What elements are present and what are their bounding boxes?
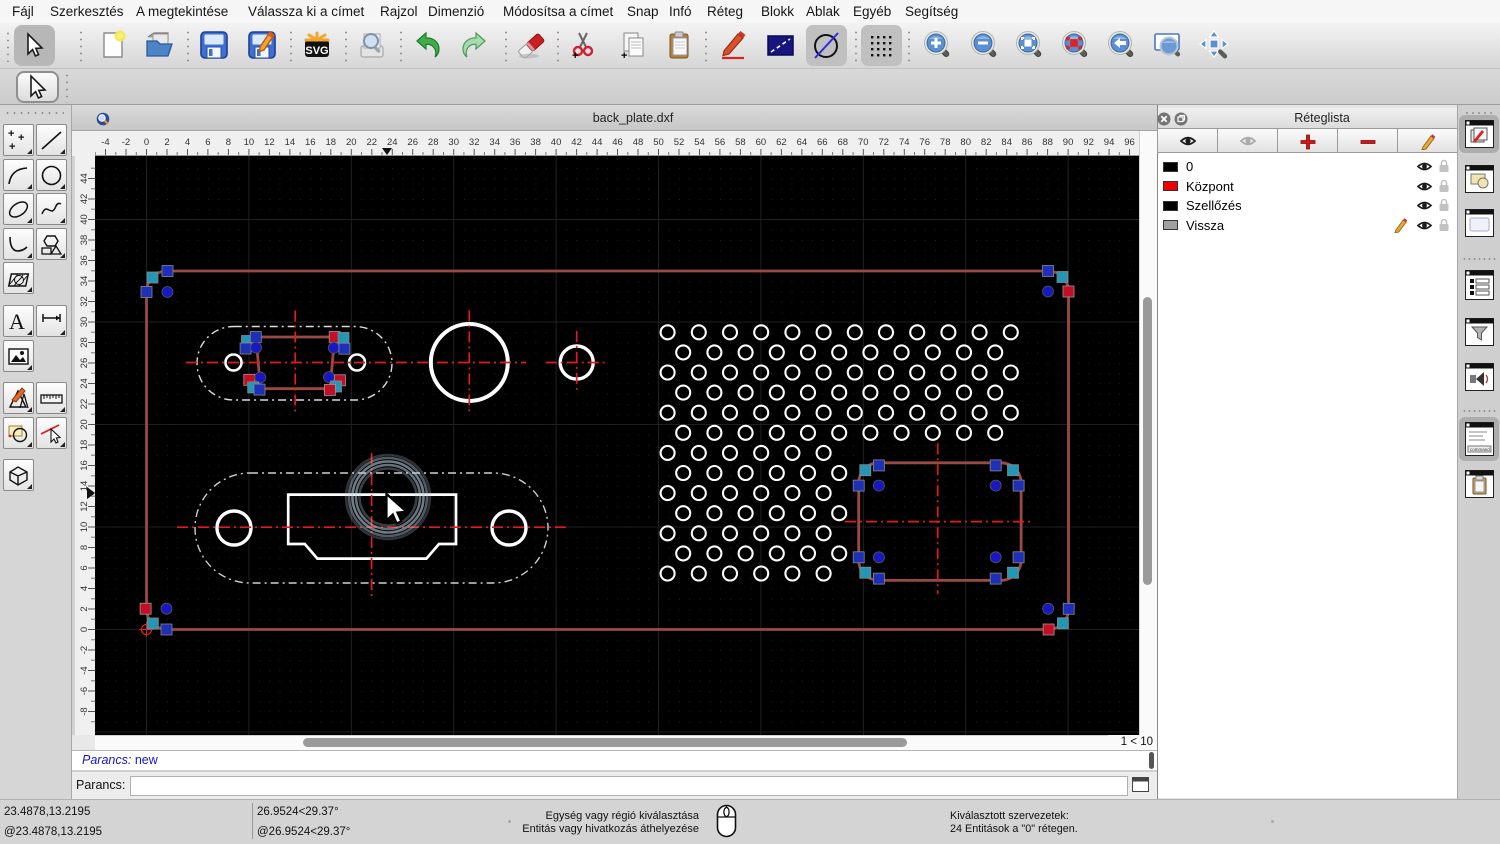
svg-text:22: 22 [79,399,90,410]
svg-text:+: + [8,128,14,140]
svg-text:20: 20 [346,137,357,148]
svg-text:16: 16 [79,460,90,471]
svg-text:+: + [18,132,24,144]
svg-text:68: 68 [838,137,849,148]
svg-text:+: + [572,50,578,61]
svg-text:48: 48 [633,137,644,148]
svg-text:4: 4 [79,586,90,591]
svg-text:56: 56 [715,137,726,148]
svg-text:90: 90 [1063,137,1074,148]
svg-text:8: 8 [226,137,231,148]
svg-text:2: 2 [164,137,169,148]
svg-text:40: 40 [551,137,562,148]
svg-text:2: 2 [79,606,90,611]
svg-text:-4: -4 [79,666,90,674]
svg-text:-6: -6 [79,687,90,695]
svg-text:14: 14 [285,137,296,148]
svg-text:20: 20 [79,419,90,430]
svg-text:64: 64 [797,137,808,148]
svg-text:32: 32 [469,137,480,148]
svg-text:+: + [9,141,15,153]
svg-text:36: 36 [79,255,90,266]
svg-text:command: command [1470,447,1490,452]
svg-text:10: 10 [244,137,255,148]
svg-text:-8: -8 [79,707,90,715]
svg-text:40: 40 [79,214,90,225]
svg-text:18: 18 [326,137,337,148]
svg-text:16: 16 [305,137,316,148]
svg-text:8: 8 [79,545,90,550]
svg-text:12: 12 [79,501,90,512]
svg-text:54: 54 [694,137,705,148]
svg-text:76: 76 [919,137,930,148]
svg-text:80: 80 [960,137,971,148]
svg-text:38: 38 [530,137,541,148]
svg-text:+: + [621,50,627,61]
svg-text:50: 50 [653,137,664,148]
svg-text:74: 74 [899,137,910,148]
svg-text:82: 82 [981,137,992,148]
svg-text:30: 30 [79,317,90,328]
svg-text:60: 60 [756,137,767,148]
svg-text:12: 12 [264,137,275,148]
svg-text:SVG: SVG [305,45,328,57]
svg-text:28: 28 [79,337,90,348]
svg-text:44: 44 [79,173,90,184]
svg-text:78: 78 [940,137,951,148]
svg-text:0: 0 [144,137,149,148]
svg-text:44: 44 [592,137,603,148]
svg-text:4: 4 [185,137,190,148]
svg-text:26: 26 [79,358,90,369]
svg-text:A: A [9,309,25,334]
svg-text:94: 94 [1104,137,1115,148]
svg-text:26: 26 [407,137,418,148]
svg-text:86: 86 [1022,137,1033,148]
svg-text:36: 36 [510,137,521,148]
svg-text:28: 28 [428,137,439,148]
svg-text:72: 72 [879,137,890,148]
svg-text:42: 42 [79,194,90,205]
svg-text:58: 58 [735,137,746,148]
svg-text:6: 6 [79,565,90,570]
svg-text:96: 96 [1124,137,1135,148]
svg-text:42: 42 [571,137,582,148]
svg-text:38: 38 [79,235,90,246]
svg-text:-2: -2 [122,137,130,148]
svg-text:70: 70 [858,137,869,148]
svg-text:66: 66 [817,137,828,148]
svg-text:30: 30 [448,137,459,148]
svg-text:-4: -4 [101,137,109,148]
svg-text:84: 84 [1001,137,1012,148]
svg-text:46: 46 [612,137,623,148]
svg-text:32: 32 [79,296,90,307]
svg-text:24: 24 [387,137,398,148]
svg-text:34: 34 [489,137,500,148]
svg-text:92: 92 [1083,137,1094,148]
svg-text:52: 52 [674,137,685,148]
svg-text:88: 88 [1042,137,1053,148]
svg-text:24: 24 [79,378,90,389]
svg-text:18: 18 [79,440,90,451]
svg-text:6: 6 [205,137,210,148]
svg-text:22: 22 [367,137,378,148]
svg-text:0: 0 [79,627,90,632]
svg-text:10: 10 [79,522,90,533]
svg-text:62: 62 [776,137,787,148]
svg-text:-2: -2 [79,646,90,654]
svg-text:34: 34 [79,276,90,287]
